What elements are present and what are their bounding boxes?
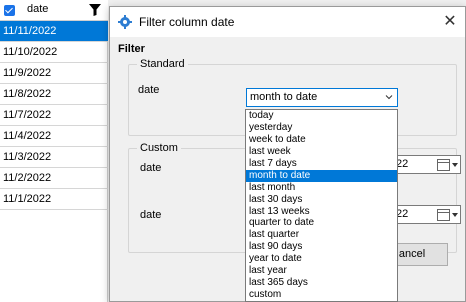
dropdown-option[interactable]: quarter to date (246, 217, 397, 229)
standard-period-select[interactable]: month to date (246, 88, 398, 107)
table-row[interactable]: 11/3/2022 (0, 147, 108, 168)
data-grid: date 11/11/2022 11/10/2022 11/9/2022 11/8/2… (0, 0, 108, 302)
table-row[interactable]: 11/2/2022 (0, 168, 108, 189)
dropdown-option[interactable]: last 90 days (246, 241, 397, 253)
table-row[interactable]: 11/4/2022 (0, 126, 108, 147)
filter-section-label: Filter (118, 43, 145, 55)
dropdown-option[interactable]: last week (246, 146, 397, 158)
table-row[interactable]: 11/1/2022 (0, 189, 108, 210)
calendar-icon[interactable] (437, 159, 450, 171)
standard-period-value: month to date (250, 91, 318, 103)
app-screen: date 11/11/2022 11/10/2022 11/9/2022 11/8/2… (0, 0, 466, 302)
table-row[interactable]: 11/7/2022 (0, 105, 108, 126)
calendar-icon[interactable] (437, 209, 450, 221)
standard-field-label: date (138, 84, 160, 96)
dropdown-option[interactable]: last year (246, 265, 397, 277)
custom-to-label: date (140, 209, 162, 221)
custom-from-label: date (140, 162, 162, 174)
table-row[interactable]: 11/8/2022 (0, 84, 108, 105)
chevron-down-icon[interactable] (452, 213, 458, 217)
select-all-checkbox[interactable] (4, 5, 15, 16)
table-row[interactable]: 11/9/2022 (0, 63, 108, 84)
dialog-titlebar[interactable]: Filter column date ✕ (110, 7, 465, 37)
grid-column-header[interactable]: date (0, 0, 108, 21)
dropdown-option[interactable]: month to date (246, 169, 397, 182)
filter-icon[interactable] (88, 3, 102, 17)
dropdown-option[interactable]: today (246, 110, 397, 122)
dropdown-option[interactable]: yesterday (246, 122, 397, 134)
close-button[interactable]: ✕ (438, 11, 462, 33)
period-dropdown-list: today yesterday week to date last week last … (245, 109, 398, 302)
gear-icon (118, 15, 132, 29)
dropdown-option[interactable]: last 13 weeks (246, 206, 397, 218)
chevron-down-icon (385, 95, 393, 100)
dropdown-option[interactable]: last quarter (246, 229, 397, 241)
table-row[interactable]: 11/11/2022 (0, 21, 108, 42)
dropdown-option[interactable]: custom (246, 289, 397, 301)
table-row[interactable]: 11/10/2022 (0, 42, 108, 63)
standard-group-title: Standard (137, 58, 188, 70)
dropdown-option[interactable]: last 30 days (246, 194, 397, 206)
dropdown-option[interactable]: week to date (246, 134, 397, 146)
column-header-label: date (27, 3, 49, 15)
dropdown-option[interactable]: last 365 days (246, 277, 397, 289)
dialog-title: Filter column date (139, 15, 235, 29)
dropdown-option[interactable]: last month (246, 182, 397, 194)
chevron-down-icon[interactable] (452, 163, 458, 167)
dropdown-option[interactable]: year to date (246, 253, 397, 265)
custom-group-title: Custom (137, 142, 181, 154)
dropdown-option[interactable]: last 7 days (246, 158, 397, 170)
